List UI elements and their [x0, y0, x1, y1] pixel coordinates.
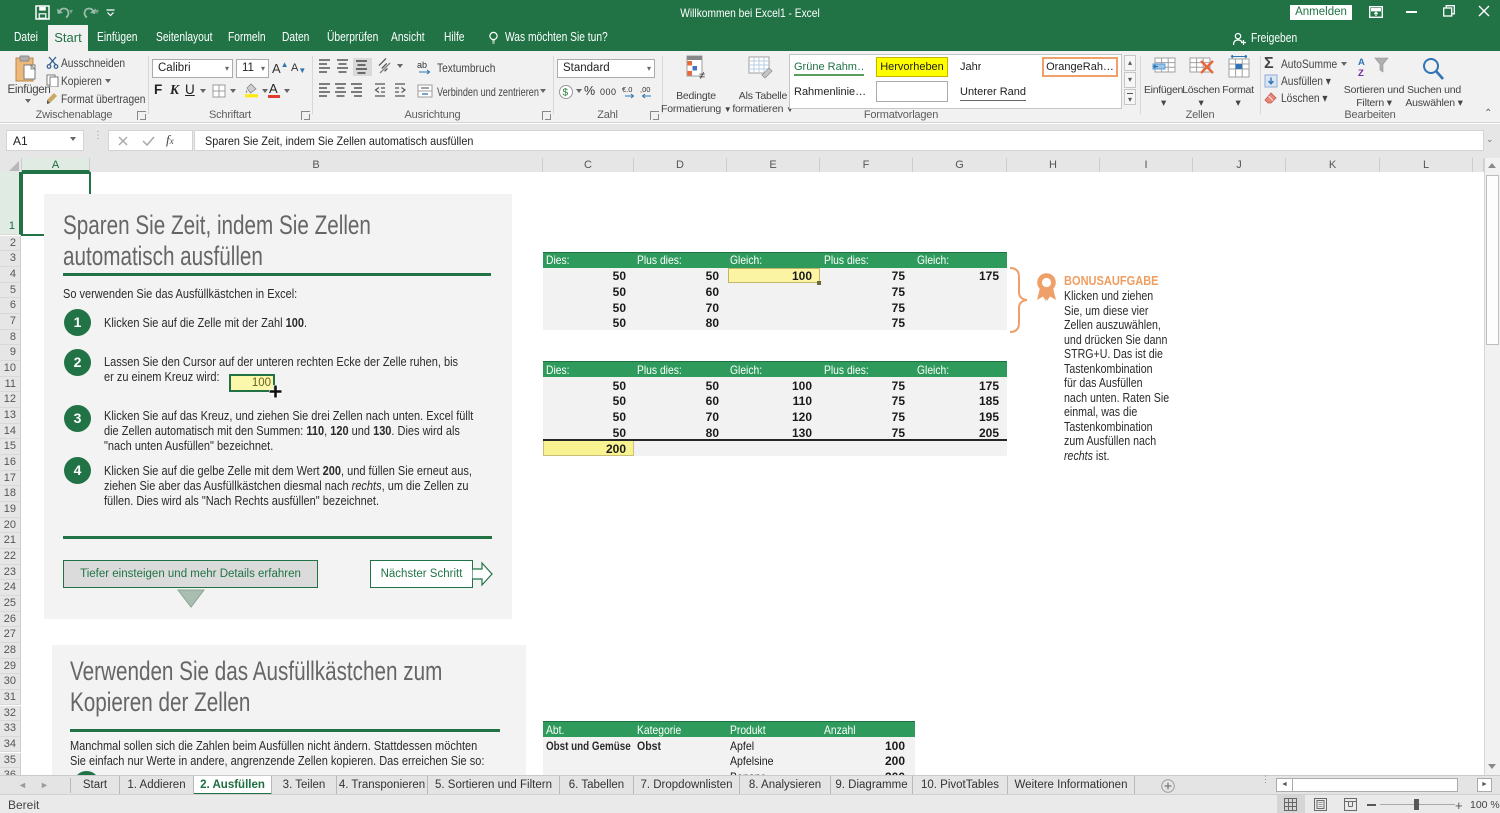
svg-text:$: $	[563, 88, 569, 99]
svg-text:Z: Z	[1358, 68, 1364, 78]
svg-text:€.0: €.0	[622, 85, 632, 94]
svg-text:A: A	[1358, 57, 1365, 68]
svg-text:,00: ,00	[640, 85, 650, 94]
svg-text:≠: ≠	[699, 70, 705, 81]
svg-text:ab: ab	[417, 60, 427, 70]
